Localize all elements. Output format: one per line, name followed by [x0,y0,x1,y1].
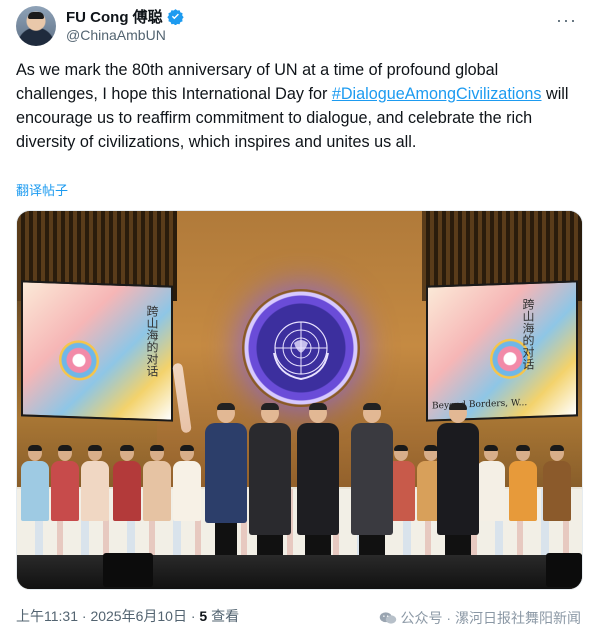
post-date[interactable]: 2025年6月10日 [90,608,187,624]
author-name-row[interactable]: FU Cong 傅聪 [66,6,184,27]
wechat-icon [379,612,396,624]
verified-badge-icon [167,9,184,25]
person [297,403,339,571]
views-label: 查看 [207,608,240,624]
tweet-text: As we mark the 80th anniversary of UN at… [16,58,582,154]
watermark-text: 公众号 · 漯河日报社舞阳新闻 [400,610,581,626]
watermark: 公众号 · 漯河日报社舞阳新闻 [379,608,581,628]
translate-post-link[interactable]: 翻译帖子 [16,180,68,199]
tweet-header: FU Cong 傅聪 @ChinaAmbUN ··· [16,4,583,48]
projection-screen-right: 跨山海的对话 Beyond Borders, W... [426,280,578,422]
screen-text: 跨山海的对话 [521,297,535,371]
stage-speaker [103,553,153,587]
screen-text: 跨山海的对话 [145,304,159,378]
separator: · [78,608,91,624]
stage-speaker [546,553,582,587]
projection-screen-left: 跨山海的对话 [21,280,173,422]
person [249,403,291,571]
person [437,403,479,571]
stage-floor [17,555,582,589]
tweet-meta: 上午11:31 · 2025年6月10日 · 5 查看 [16,606,239,626]
hashtag-link[interactable]: #DialogueAmongCivilizations [332,85,542,103]
post-time[interactable]: 上午11:31 [16,608,78,624]
separator: · [186,608,200,624]
tweet-photo[interactable]: 跨山海的对话 跨山海的对话 Beyond Borders, W... [16,210,583,590]
more-options-icon[interactable]: ··· [556,10,577,31]
flower-graphic [59,339,99,382]
author-handle[interactable]: @ChinaAmbUN [66,27,166,43]
person [351,403,393,571]
person [205,403,247,571]
author-name[interactable]: FU Cong 傅聪 [66,6,163,27]
avatar[interactable] [16,6,56,46]
un-emblem [242,289,360,407]
